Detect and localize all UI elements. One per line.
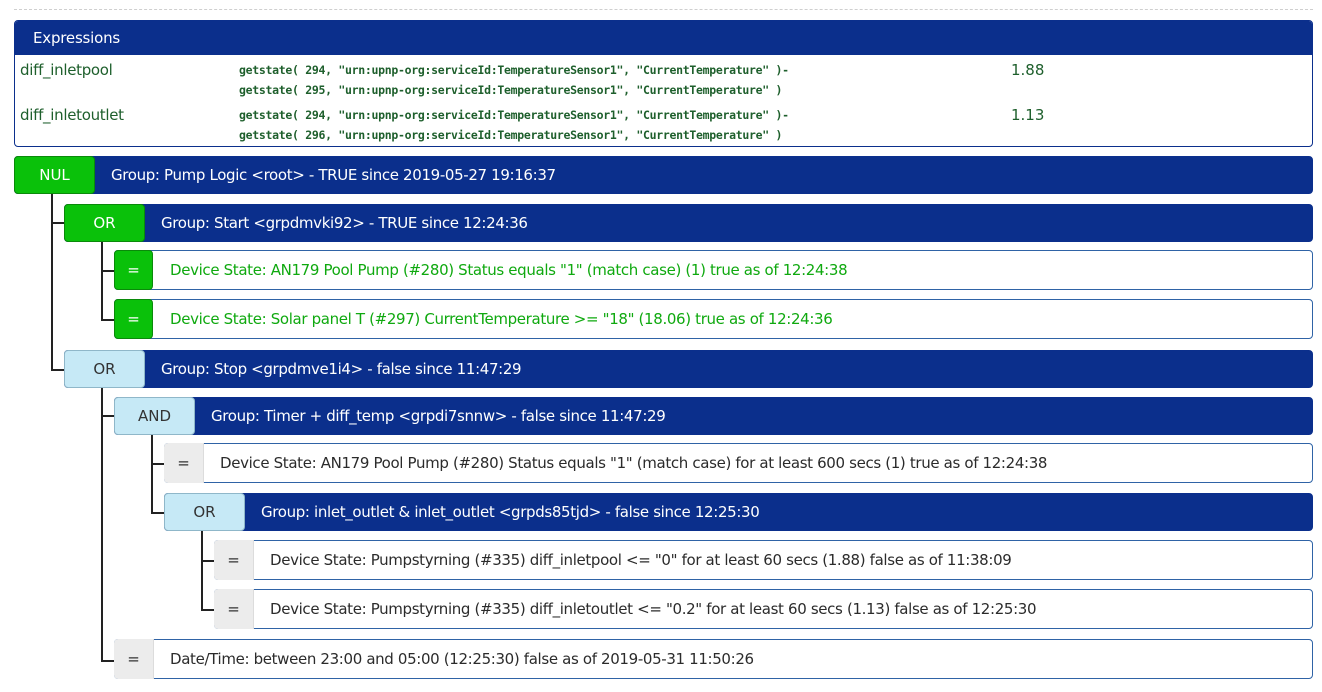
group-label: Group: Pump Logic <root> - TRUE since 20… xyxy=(111,166,556,184)
condition-operator-badge[interactable]: = xyxy=(114,250,153,290)
condition-operator-badge[interactable]: = xyxy=(214,540,254,580)
expressions-panel: Expressions diff_inletpool getstate( 294… xyxy=(14,20,1313,147)
tree-connector xyxy=(151,434,153,514)
condition-label: Device State: Pumpstyrning (#335) diff_i… xyxy=(270,600,1037,618)
condition-label: Date/Time: between 23:00 and 05:00 (12:2… xyxy=(170,650,754,668)
expression-code-line: getstate( 296, "urn:upnp-org:serviceId:T… xyxy=(239,128,783,142)
expression-code-line: getstate( 294, "urn:upnp-org:serviceId:T… xyxy=(239,108,789,122)
expression-code-line: getstate( 294, "urn:upnp-org:serviceId:T… xyxy=(239,63,789,77)
group-operator-badge[interactable]: AND xyxy=(114,397,195,435)
group-operator-badge[interactable]: OR xyxy=(164,493,245,531)
tree-connector xyxy=(101,319,115,321)
group-row-timer[interactable]: AND Group: Timer + diff_temp <grpdi7snnw… xyxy=(114,397,1313,435)
condition-operator-badge[interactable]: = xyxy=(114,299,153,339)
tree-connector xyxy=(201,530,203,610)
group-label: Group: Start <grpdmvki92> - TRUE since 1… xyxy=(161,214,528,232)
tree-connector xyxy=(101,270,115,272)
group-row-inlet-outlet[interactable]: OR Group: inlet_outlet & inlet_outlet <g… xyxy=(164,493,1313,531)
expressions-header: Expressions xyxy=(15,21,1312,55)
tree-connector xyxy=(51,369,65,371)
condition-row-diff-inletoutlet[interactable]: = Device State: Pumpstyrning (#335) diff… xyxy=(214,589,1313,629)
group-row-pump-logic[interactable]: NUL Group: Pump Logic <root> - TRUE sinc… xyxy=(14,156,1313,194)
group-row-stop[interactable]: OR Group: Stop <grpdmve1i4> - false sinc… xyxy=(64,350,1313,388)
group-operator-badge[interactable]: OR xyxy=(64,350,145,388)
condition-label: Device State: AN179 Pool Pump (#280) Sta… xyxy=(170,261,848,279)
tree-connector xyxy=(151,512,165,514)
group-row-start[interactable]: OR Group: Start <grpdmvki92> - TRUE sinc… xyxy=(64,204,1313,242)
condition-label: Device State: Solar panel T (#297) Curre… xyxy=(170,310,833,328)
tree-connector xyxy=(101,660,115,662)
tree-connector xyxy=(101,387,103,662)
expression-name: diff_inletoutlet xyxy=(20,106,124,124)
condition-row-date-time[interactable]: = Date/Time: between 23:00 and 05:00 (12… xyxy=(114,639,1313,679)
tree-connector xyxy=(201,609,215,611)
condition-row-pool-pump-status[interactable]: = Device State: AN179 Pool Pump (#280) S… xyxy=(114,250,1313,290)
expression-value: 1.13 xyxy=(1011,106,1045,124)
condition-row-solar-panel[interactable]: = Device State: Solar panel T (#297) Cur… xyxy=(114,299,1313,339)
tree-connector xyxy=(101,241,103,321)
condition-operator-badge[interactable]: = xyxy=(214,589,254,629)
condition-label: Device State: AN179 Pool Pump (#280) Sta… xyxy=(220,454,1048,472)
tree-connector xyxy=(51,222,65,224)
top-divider xyxy=(14,9,1313,10)
group-operator-badge[interactable]: NUL xyxy=(14,156,95,194)
condition-row-diff-inletpool[interactable]: = Device State: Pumpstyrning (#335) diff… xyxy=(214,540,1313,580)
expression-name: diff_inletpool xyxy=(20,61,113,79)
tree-connector xyxy=(201,560,215,562)
tree-connector xyxy=(151,463,165,465)
group-label: Group: Timer + diff_temp <grpdi7snnw> - … xyxy=(211,407,666,425)
condition-label: Device State: Pumpstyrning (#335) diff_i… xyxy=(270,551,1012,569)
tree-connector xyxy=(101,415,115,417)
group-label: Group: inlet_outlet & inlet_outlet <grpd… xyxy=(261,503,760,521)
condition-operator-badge[interactable]: = xyxy=(164,443,204,483)
expression-code-line: getstate( 295, "urn:upnp-org:serviceId:T… xyxy=(239,83,783,97)
tree-connector xyxy=(51,194,53,371)
group-label: Group: Stop <grpdmve1i4> - false since 1… xyxy=(161,360,522,378)
expression-value: 1.88 xyxy=(1011,61,1045,79)
group-operator-badge[interactable]: OR xyxy=(64,204,145,242)
condition-operator-badge[interactable]: = xyxy=(114,639,154,679)
condition-row-pool-pump-duration[interactable]: = Device State: AN179 Pool Pump (#280) S… xyxy=(164,443,1313,483)
